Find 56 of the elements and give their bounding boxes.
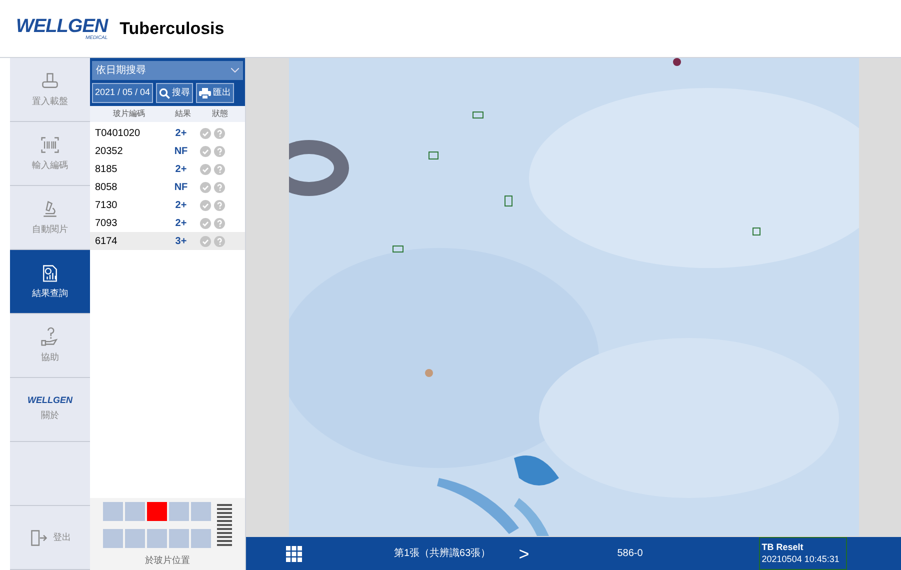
logo: WELLGEN	[16, 16, 108, 36]
tray-icon	[40, 70, 60, 91]
column-header: 結果	[174, 108, 192, 120]
slide-id: 8185	[94, 162, 118, 176]
check-icon	[200, 128, 211, 138]
chevron-icon	[231, 68, 239, 73]
result-title: TB Reselt	[762, 542, 804, 554]
app-title: Tuberculosis	[120, 18, 224, 40]
help-icon	[214, 164, 225, 174]
help-icon	[214, 182, 225, 192]
report-icon	[40, 262, 60, 283]
result-grade: 2+	[174, 198, 188, 212]
help-icon	[40, 326, 60, 347]
slide-id: 20352	[94, 144, 124, 158]
timestamp: 20210504 10:45:31	[762, 554, 840, 565]
result-grade: 2+	[174, 126, 188, 140]
logo: WELLGEN	[28, 396, 72, 406]
printer-icon	[199, 88, 212, 98]
help-icon	[214, 218, 225, 228]
search-button[interactable]: 搜尋	[156, 83, 194, 103]
slide-id: 7093	[94, 216, 118, 230]
check-icon	[200, 200, 211, 210]
barcode-icon	[217, 504, 232, 546]
field-id: 586-0	[617, 547, 643, 561]
help-icon	[214, 236, 225, 246]
result-grade: NF	[173, 144, 189, 158]
logout-icon	[29, 528, 49, 548]
search-mode-dropdown[interactable]: 依日期搜尋	[92, 61, 243, 80]
check-icon	[200, 236, 211, 246]
slide-id: 8058	[94, 180, 118, 194]
result-grade: NF	[173, 180, 189, 194]
help-icon	[214, 146, 225, 156]
result-grade: 3+	[174, 234, 188, 248]
next-button[interactable]: >	[518, 544, 530, 562]
check-icon	[200, 218, 211, 228]
sidebar-item[interactable]: 結果查詢	[10, 250, 90, 314]
slide-position-label: 於玻片位置	[145, 554, 190, 567]
slide-id: 7130	[94, 198, 118, 212]
date-field[interactable]: 2021 / 05 / 04	[92, 83, 154, 103]
export-button[interactable]: 匯出	[196, 83, 234, 103]
help-icon	[214, 200, 225, 210]
barcode-icon	[40, 134, 60, 155]
help-icon	[214, 128, 225, 138]
slide-id: 6174	[94, 234, 118, 248]
check-icon	[200, 164, 211, 174]
image-counter: 第1張（共辨識63張）	[394, 546, 491, 561]
search-icon	[159, 88, 170, 98]
result-grade: 2+	[174, 216, 188, 230]
result-grade: 2+	[174, 162, 188, 176]
table-row[interactable]: 6174 3+	[90, 232, 245, 250]
check-icon	[200, 182, 211, 192]
slide-id: T0401020	[94, 126, 142, 140]
column-header: 玻片編碼	[112, 108, 146, 120]
grid-icon[interactable]	[286, 546, 302, 562]
check-icon	[200, 146, 211, 156]
column-header: 狀態	[211, 108, 229, 120]
